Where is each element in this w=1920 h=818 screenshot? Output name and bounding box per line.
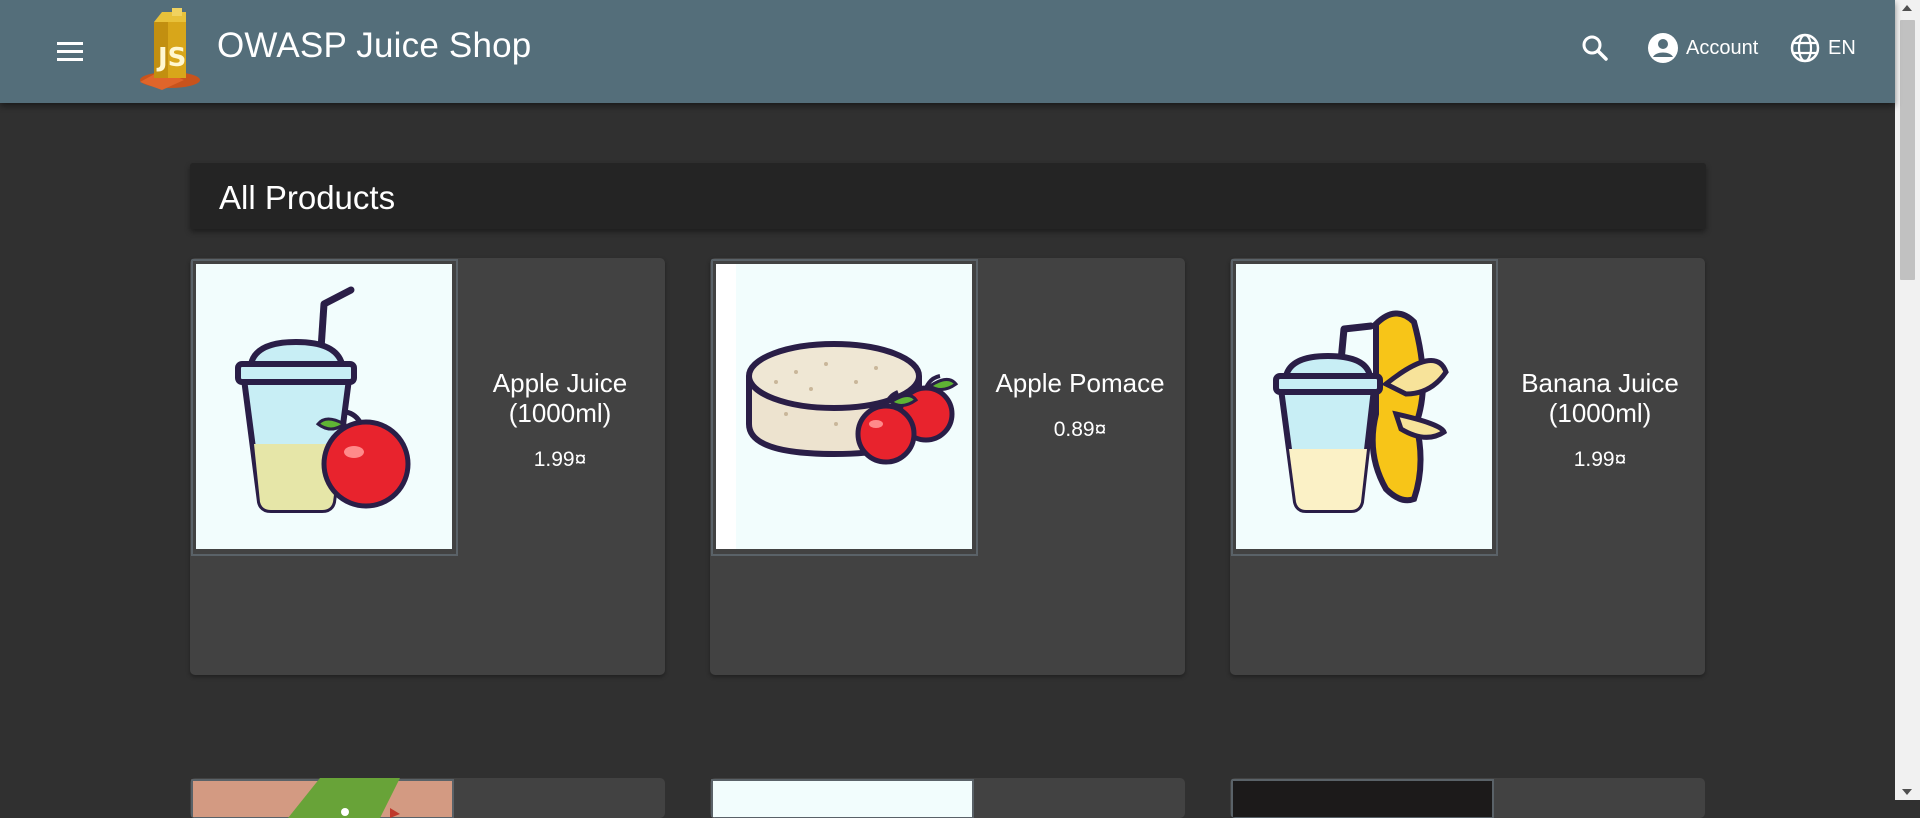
all-products-header: All Products bbox=[190, 163, 1706, 229]
product-price: 1.99¤ bbox=[533, 448, 587, 471]
product-info: Apple Pomace 0.89¤ bbox=[980, 368, 1180, 442]
product-card-apple-pomace[interactable]: Apple Pomace 0.89¤ bbox=[710, 258, 1185, 675]
globe-icon bbox=[1790, 33, 1820, 63]
language-label: EN bbox=[1828, 36, 1856, 59]
product-card-banana-juice[interactable]: Banana Juice (1000ml) 1.99¤ bbox=[1230, 258, 1705, 675]
product-image-frame bbox=[711, 259, 978, 556]
product-card-row2-2[interactable] bbox=[710, 778, 1185, 818]
product-image-frame bbox=[191, 259, 458, 556]
vertical-scrollbar[interactable] bbox=[1895, 0, 1920, 800]
menu-button[interactable] bbox=[48, 28, 96, 76]
apple-pomace-image bbox=[716, 264, 972, 549]
ribbon-badge bbox=[288, 778, 400, 818]
product-price: 0.89¤ bbox=[1053, 418, 1107, 441]
language-button[interactable]: EN bbox=[1788, 30, 1856, 66]
account-label: Account bbox=[1686, 36, 1759, 59]
scroll-down-arrow-icon[interactable] bbox=[1902, 789, 1912, 795]
search-button[interactable] bbox=[1575, 28, 1615, 68]
menu-icon bbox=[57, 42, 83, 61]
product-name: Banana Juice (1000ml) bbox=[1521, 368, 1679, 428]
section-title: All Products bbox=[219, 179, 396, 216]
svg-text:JS: JS bbox=[156, 43, 186, 73]
product-image-frame bbox=[1231, 259, 1498, 556]
app-title[interactable]: OWASP Juice Shop bbox=[217, 26, 531, 66]
product-name: Apple Juice (1000ml) bbox=[492, 368, 628, 428]
product-card-row2-3[interactable] bbox=[1230, 778, 1705, 818]
apple-juice-image bbox=[196, 264, 452, 549]
product-thumbnail bbox=[1231, 779, 1494, 818]
product-price: 1.99¤ bbox=[1573, 448, 1627, 471]
search-icon bbox=[1582, 35, 1608, 61]
account-button[interactable]: Account bbox=[1646, 30, 1758, 66]
scroll-up-arrow-icon[interactable] bbox=[1902, 5, 1912, 11]
product-info: Banana Juice (1000ml) 1.99¤ bbox=[1500, 368, 1700, 472]
product-info: Apple Juice (1000ml) 1.99¤ bbox=[460, 368, 660, 472]
scroll-thumb[interactable] bbox=[1900, 20, 1915, 280]
product-name: Apple Pomace bbox=[995, 368, 1165, 398]
banana-juice-image bbox=[1236, 264, 1492, 549]
juice-shop-logo[interactable]: JS bbox=[132, 8, 208, 90]
top-toolbar: JS OWASP Juice Shop Account EN bbox=[0, 0, 1895, 103]
product-thumbnail bbox=[711, 779, 974, 818]
account-circle-icon bbox=[1648, 33, 1678, 63]
product-card-row2-1[interactable] bbox=[190, 778, 665, 818]
product-card-apple-juice[interactable]: Apple Juice (1000ml) 1.99¤ bbox=[190, 258, 665, 675]
